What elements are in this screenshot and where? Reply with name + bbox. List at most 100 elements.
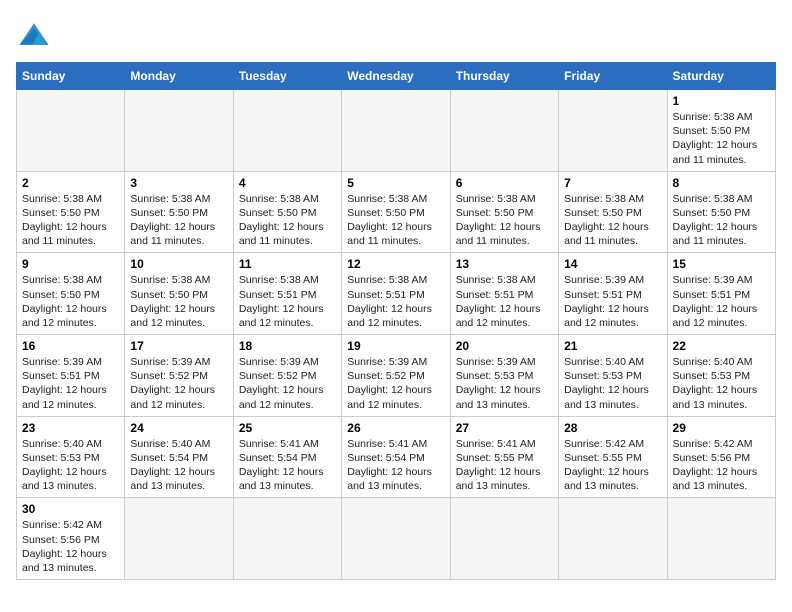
day-info: Sunrise: 5:40 AM Sunset: 5:54 PM Dayligh… — [130, 437, 227, 494]
day-number: 23 — [22, 421, 119, 435]
day-info: Sunrise: 5:39 AM Sunset: 5:52 PM Dayligh… — [239, 355, 336, 412]
day-info: Sunrise: 5:40 AM Sunset: 5:53 PM Dayligh… — [673, 355, 770, 412]
week-row-2: 2 Sunrise: 5:38 AM Sunset: 5:50 PM Daylig… — [17, 171, 776, 253]
day-cell: 2 Sunrise: 5:38 AM Sunset: 5:50 PM Daylig… — [17, 171, 125, 253]
day-header-sunday: Sunday — [17, 63, 125, 90]
day-cell: 12 Sunrise: 5:38 AM Sunset: 5:51 PM Dayli… — [342, 253, 450, 335]
day-info: Sunrise: 5:38 AM Sunset: 5:50 PM Dayligh… — [456, 192, 553, 249]
day-info: Sunrise: 5:39 AM Sunset: 5:53 PM Dayligh… — [456, 355, 553, 412]
day-number: 3 — [130, 176, 227, 190]
day-header-monday: Monday — [125, 63, 233, 90]
day-cell: 18Sunrise: 5:39 AM Sunset: 5:52 PM Dayli… — [233, 335, 341, 417]
day-info: Sunrise: 5:39 AM Sunset: 5:51 PM Dayligh… — [22, 355, 119, 412]
week-row-3: 9 Sunrise: 5:38 AM Sunset: 5:50 PM Daylig… — [17, 253, 776, 335]
day-cell: 25Sunrise: 5:41 AM Sunset: 5:54 PM Dayli… — [233, 416, 341, 498]
day-info: Sunrise: 5:40 AM Sunset: 5:53 PM Dayligh… — [22, 437, 119, 494]
day-number: 7 — [564, 176, 661, 190]
day-cell: 7 Sunrise: 5:38 AM Sunset: 5:50 PM Daylig… — [559, 171, 667, 253]
day-info: Sunrise: 5:39 AM Sunset: 5:51 PM Dayligh… — [564, 273, 661, 330]
day-number: 21 — [564, 339, 661, 353]
day-info: Sunrise: 5:42 AM Sunset: 5:55 PM Dayligh… — [564, 437, 661, 494]
day-number: 5 — [347, 176, 444, 190]
day-info: Sunrise: 5:38 AM Sunset: 5:50 PM Dayligh… — [673, 110, 770, 167]
day-info: Sunrise: 5:38 AM Sunset: 5:50 PM Dayligh… — [564, 192, 661, 249]
day-header-friday: Friday — [559, 63, 667, 90]
day-cell — [233, 498, 341, 580]
day-cell — [125, 498, 233, 580]
calendar-body: 1 Sunrise: 5:38 AM Sunset: 5:50 PM Daylig… — [17, 90, 776, 580]
day-info: Sunrise: 5:41 AM Sunset: 5:54 PM Dayligh… — [347, 437, 444, 494]
day-cell: 30 Sunrise: 5:42 AM Sunset: 5:56 PM Dayli… — [17, 498, 125, 580]
day-header-tuesday: Tuesday — [233, 63, 341, 90]
day-cell: 10 Sunrise: 5:38 AM Sunset: 5:50 PM Dayli… — [125, 253, 233, 335]
day-header-saturday: Saturday — [667, 63, 775, 90]
day-info: Sunrise: 5:42 AM Sunset: 5:56 PM Dayligh… — [22, 518, 119, 575]
day-info: Sunrise: 5:39 AM Sunset: 5:51 PM Dayligh… — [673, 273, 770, 330]
day-number: 29 — [673, 421, 770, 435]
day-headers-row: SundayMondayTuesdayWednesdayThursdayFrid… — [17, 63, 776, 90]
day-info: Sunrise: 5:38 AM Sunset: 5:50 PM Dayligh… — [347, 192, 444, 249]
day-info: Sunrise: 5:38 AM Sunset: 5:51 PM Dayligh… — [456, 273, 553, 330]
day-number: 28 — [564, 421, 661, 435]
logo-icon — [16, 16, 52, 52]
day-cell: 3 Sunrise: 5:38 AM Sunset: 5:50 PM Daylig… — [125, 171, 233, 253]
day-header-wednesday: Wednesday — [342, 63, 450, 90]
day-cell: 16 Sunrise: 5:39 AM Sunset: 5:51 PM Dayli… — [17, 335, 125, 417]
day-cell: 20 Sunrise: 5:39 AM Sunset: 5:53 PM Dayli… — [450, 335, 558, 417]
day-number: 17 — [130, 339, 227, 353]
day-cell: 4Sunrise: 5:38 AM Sunset: 5:50 PM Daylig… — [233, 171, 341, 253]
day-cell: 19Sunrise: 5:39 AM Sunset: 5:52 PM Dayli… — [342, 335, 450, 417]
day-cell: 9 Sunrise: 5:38 AM Sunset: 5:50 PM Daylig… — [17, 253, 125, 335]
day-cell: 13 Sunrise: 5:38 AM Sunset: 5:51 PM Dayli… — [450, 253, 558, 335]
day-number: 12 — [347, 257, 444, 271]
day-cell: 28 Sunrise: 5:42 AM Sunset: 5:55 PM Dayli… — [559, 416, 667, 498]
day-cell: 8 Sunrise: 5:38 AM Sunset: 5:50 PM Daylig… — [667, 171, 775, 253]
day-info: Sunrise: 5:41 AM Sunset: 5:54 PM Dayligh… — [239, 437, 336, 494]
day-number: 2 — [22, 176, 119, 190]
day-cell — [450, 90, 558, 172]
day-number: 10 — [130, 257, 227, 271]
day-number: 15 — [673, 257, 770, 271]
logo — [16, 16, 58, 52]
week-row-5: 23 Sunrise: 5:40 AM Sunset: 5:53 PM Dayli… — [17, 416, 776, 498]
day-info: Sunrise: 5:38 AM Sunset: 5:50 PM Dayligh… — [673, 192, 770, 249]
day-number: 27 — [456, 421, 553, 435]
day-cell: 17Sunrise: 5:39 AM Sunset: 5:52 PM Dayli… — [125, 335, 233, 417]
day-cell — [559, 498, 667, 580]
week-row-1: 1 Sunrise: 5:38 AM Sunset: 5:50 PM Daylig… — [17, 90, 776, 172]
day-number: 8 — [673, 176, 770, 190]
day-number: 11 — [239, 257, 336, 271]
day-number: 22 — [673, 339, 770, 353]
day-info: Sunrise: 5:38 AM Sunset: 5:51 PM Dayligh… — [347, 273, 444, 330]
day-cell — [342, 90, 450, 172]
day-info: Sunrise: 5:38 AM Sunset: 5:50 PM Dayligh… — [130, 192, 227, 249]
day-header-thursday: Thursday — [450, 63, 558, 90]
day-info: Sunrise: 5:38 AM Sunset: 5:50 PM Dayligh… — [130, 273, 227, 330]
day-cell — [17, 90, 125, 172]
day-number: 9 — [22, 257, 119, 271]
day-cell: 5 Sunrise: 5:38 AM Sunset: 5:50 PM Daylig… — [342, 171, 450, 253]
day-cell — [233, 90, 341, 172]
day-cell: 23 Sunrise: 5:40 AM Sunset: 5:53 PM Dayli… — [17, 416, 125, 498]
day-number: 13 — [456, 257, 553, 271]
day-info: Sunrise: 5:38 AM Sunset: 5:50 PM Dayligh… — [22, 192, 119, 249]
day-number: 16 — [22, 339, 119, 353]
day-info: Sunrise: 5:38 AM Sunset: 5:50 PM Dayligh… — [22, 273, 119, 330]
week-row-6: 30 Sunrise: 5:42 AM Sunset: 5:56 PM Dayli… — [17, 498, 776, 580]
day-number: 30 — [22, 502, 119, 516]
day-cell: 14 Sunrise: 5:39 AM Sunset: 5:51 PM Dayli… — [559, 253, 667, 335]
day-number: 20 — [456, 339, 553, 353]
day-cell — [450, 498, 558, 580]
day-cell: 1 Sunrise: 5:38 AM Sunset: 5:50 PM Daylig… — [667, 90, 775, 172]
day-cell: 21Sunrise: 5:40 AM Sunset: 5:53 PM Dayli… — [559, 335, 667, 417]
day-number: 1 — [673, 94, 770, 108]
day-info: Sunrise: 5:38 AM Sunset: 5:50 PM Dayligh… — [239, 192, 336, 249]
day-number: 19 — [347, 339, 444, 353]
day-info: Sunrise: 5:41 AM Sunset: 5:55 PM Dayligh… — [456, 437, 553, 494]
day-number: 26 — [347, 421, 444, 435]
day-cell: 11Sunrise: 5:38 AM Sunset: 5:51 PM Dayli… — [233, 253, 341, 335]
day-number: 24 — [130, 421, 227, 435]
day-cell — [342, 498, 450, 580]
day-cell: 27 Sunrise: 5:41 AM Sunset: 5:55 PM Dayli… — [450, 416, 558, 498]
day-number: 14 — [564, 257, 661, 271]
